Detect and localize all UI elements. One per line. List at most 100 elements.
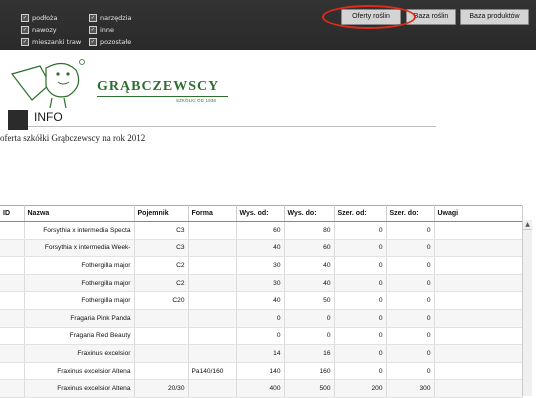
mascot-logo-icon bbox=[10, 59, 85, 108]
filter-narzedzia[interactable]: ✓ narzędzia bbox=[89, 14, 132, 22]
table-cell: 200 bbox=[334, 379, 387, 398]
table-cell: 0 bbox=[386, 291, 435, 310]
table-cell bbox=[434, 327, 523, 346]
table-cell bbox=[434, 291, 523, 310]
table-row[interactable]: Fraxinus excelsior 14 16 0 0 bbox=[0, 344, 523, 363]
filter-podloza[interactable]: ✓ podłoża bbox=[21, 14, 57, 22]
checkbox-icon[interactable]: ✓ bbox=[21, 38, 29, 46]
column-header[interactable]: Szer. do: bbox=[386, 205, 435, 222]
table-header-row: ID Nazwa Pojemnik Forma Wys. od: Wys. do… bbox=[0, 205, 523, 222]
main-content: GRĄBCZEWSCY SZKÓŁKI OD 1936 INFO oferta … bbox=[0, 50, 536, 398]
table-cell bbox=[434, 239, 523, 258]
checkbox-icon[interactable]: ✓ bbox=[21, 26, 29, 34]
table-cell bbox=[0, 291, 25, 310]
table-cell bbox=[0, 256, 25, 275]
column-header[interactable]: Wys. od: bbox=[236, 205, 285, 222]
checkbox-icon[interactable]: ✓ bbox=[89, 14, 97, 22]
table-cell: 80 bbox=[284, 221, 335, 240]
table-cell bbox=[0, 221, 25, 240]
plants-table: ID Nazwa Pojemnik Forma Wys. od: Wys. do… bbox=[0, 205, 523, 398]
table-cell bbox=[0, 379, 25, 398]
info-square-icon bbox=[8, 110, 28, 130]
top-bar: ✓ podłoża ✓ nawozy ✓ mieszanki traw ✓ na… bbox=[0, 0, 536, 50]
table-cell bbox=[0, 239, 25, 258]
checkbox-icon[interactable]: ✓ bbox=[89, 38, 97, 46]
table-cell: 0 bbox=[334, 344, 387, 363]
table-cell: 160 bbox=[284, 362, 335, 381]
table-cell bbox=[134, 344, 189, 363]
table-cell: 50 bbox=[284, 291, 335, 310]
scroll-up-icon[interactable]: ▲ bbox=[523, 220, 532, 230]
table-cell: Fraxinus excelsior Altena bbox=[24, 379, 135, 398]
table-cell bbox=[434, 344, 523, 363]
table-cell bbox=[188, 344, 237, 363]
table-cell: C2 bbox=[134, 274, 189, 293]
table-cell bbox=[188, 274, 237, 293]
table-cell: 30 bbox=[236, 256, 285, 275]
table-cell bbox=[434, 362, 523, 381]
table-cell: 0 bbox=[284, 327, 335, 346]
table-cell: Forsythia x intermedia Week- bbox=[24, 239, 135, 258]
column-header[interactable]: Szer. od: bbox=[334, 205, 387, 222]
table-row[interactable]: Fragaria Red Beauty 0 0 0 0 bbox=[0, 327, 523, 346]
table-row[interactable]: Fothergilla major C2 30 40 0 0 bbox=[0, 274, 523, 293]
baza-roslin-button[interactable]: Baza roślin bbox=[406, 9, 456, 25]
filter-pozostale[interactable]: ✓ pozostałe bbox=[89, 38, 131, 46]
table-cell: C3 bbox=[134, 221, 189, 240]
table-cell: Fothergilla major bbox=[24, 274, 135, 293]
table-cell bbox=[434, 379, 523, 398]
table-cell: 0 bbox=[236, 309, 285, 328]
table-row[interactable]: Fothergilla major C2 30 40 0 0 bbox=[0, 256, 523, 275]
filter-nawozy[interactable]: ✓ nawozy bbox=[21, 26, 57, 34]
table-cell: Fothergilla major bbox=[24, 291, 135, 310]
table-cell: 0 bbox=[386, 327, 435, 346]
table-cell: 0 bbox=[334, 309, 387, 328]
oferty-roslin-button[interactable]: Oferty roślin bbox=[341, 9, 401, 25]
table-cell: 40 bbox=[236, 291, 285, 310]
filter-inne[interactable]: ✓ inne bbox=[89, 26, 114, 34]
table-cell: 40 bbox=[284, 274, 335, 293]
table-cell bbox=[434, 221, 523, 240]
table-cell: Fraxinus excelsior bbox=[24, 344, 135, 363]
table-row[interactable]: Fraxinus excelsior Altena Pa140/160 140 160… bbox=[0, 362, 523, 381]
table-cell: 0 bbox=[386, 221, 435, 240]
brand-underline bbox=[97, 96, 228, 97]
checkbox-icon[interactable]: ✓ bbox=[89, 26, 97, 34]
table-cell: 40 bbox=[236, 239, 285, 258]
table-row[interactable]: Forsythia x intermedia Specta C3 60 80 0 0 bbox=[0, 221, 523, 240]
table-cell: 0 bbox=[284, 309, 335, 328]
column-header[interactable]: Wys. do: bbox=[284, 205, 335, 222]
table-cell: Pa140/160 bbox=[188, 362, 237, 381]
table-row[interactable]: Forsythia x intermedia Week- C3 40 60 0 0 bbox=[0, 239, 523, 258]
info-title: INFO bbox=[34, 110, 63, 124]
column-header[interactable]: Nazwa bbox=[24, 205, 135, 222]
table-cell: C20 bbox=[134, 291, 189, 310]
column-header[interactable]: Pojemnik bbox=[134, 205, 189, 222]
vertical-scrollbar[interactable]: ▲ bbox=[522, 220, 532, 396]
baza-produktow-button[interactable]: Baza produktów bbox=[460, 9, 529, 25]
filter-mieszanki-traw[interactable]: ✓ mieszanki traw bbox=[21, 38, 81, 46]
table-cell: 0 bbox=[334, 239, 387, 258]
table-row[interactable]: Fraxinus excelsior Altena 20/30 400 500 200 3… bbox=[0, 379, 523, 398]
table-cell: 0 bbox=[334, 256, 387, 275]
table-cell: 0 bbox=[334, 291, 387, 310]
table-cell: 500 bbox=[284, 379, 335, 398]
column-header[interactable]: ID bbox=[0, 205, 25, 222]
table-cell: Fothergilla major bbox=[24, 256, 135, 275]
filter-label: inne bbox=[100, 26, 115, 34]
table-cell: 140 bbox=[236, 362, 285, 381]
table-cell bbox=[188, 379, 237, 398]
table-cell bbox=[188, 221, 237, 240]
filter-label: narzędzia bbox=[100, 14, 132, 22]
table-row[interactable]: Fothergilla major C20 40 50 0 0 bbox=[0, 291, 523, 310]
table-row[interactable]: Fragaria Pink Panda 0 0 0 0 bbox=[0, 309, 523, 328]
table-cell bbox=[188, 291, 237, 310]
table-cell bbox=[134, 362, 189, 381]
table-cell: 0 bbox=[334, 362, 387, 381]
table-cell: Fragaria Pink Panda bbox=[24, 309, 135, 328]
column-header[interactable]: Forma bbox=[188, 205, 237, 222]
table-cell: 300 bbox=[386, 379, 435, 398]
column-header[interactable]: Uwagi bbox=[434, 205, 523, 222]
table-cell: 30 bbox=[236, 274, 285, 293]
checkbox-icon[interactable]: ✓ bbox=[21, 14, 29, 22]
